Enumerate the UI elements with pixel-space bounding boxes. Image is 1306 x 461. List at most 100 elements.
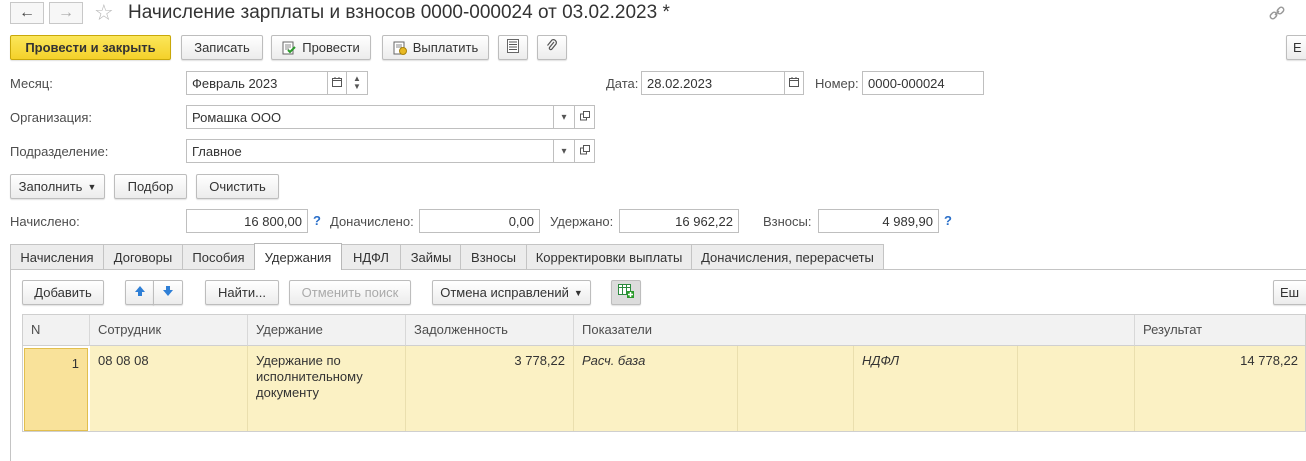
- tab-contracts[interactable]: Договоры: [103, 244, 183, 269]
- number-input[interactable]: 0000-000024: [862, 71, 984, 95]
- post-document-icon: [282, 41, 296, 55]
- date-input[interactable]: 28.02.2023: [641, 71, 785, 95]
- pick-button[interactable]: Подбор: [114, 174, 187, 199]
- month-calendar-button[interactable]: [327, 71, 347, 95]
- tab-label: Пособия: [192, 249, 245, 265]
- favorite-star-icon[interactable]: ☆: [94, 0, 114, 26]
- forward-button[interactable]: →: [49, 2, 83, 24]
- accrued-help-icon[interactable]: ?: [313, 213, 321, 228]
- row-debt[interactable]: 3 778,22: [406, 346, 574, 431]
- column-header-indicators[interactable]: Показатели: [574, 315, 1135, 346]
- number-label: Номер:: [815, 76, 859, 91]
- clear-button[interactable]: Очистить: [196, 174, 279, 199]
- department-dropdown-button[interactable]: ▾: [553, 139, 575, 163]
- calendar-icon: [789, 76, 799, 90]
- row-indicator-ndfl[interactable]: НДФЛ: [854, 346, 1018, 431]
- tab-recalculations[interactable]: Доначисления, перерасчеты: [691, 244, 884, 269]
- tab-label: НДФЛ: [353, 249, 389, 265]
- table-more-label: Еш: [1280, 285, 1300, 300]
- page-title: Начисление зарплаты и взносов 0000-00002…: [128, 2, 670, 23]
- link-icon[interactable]: [1268, 4, 1286, 22]
- additional-accrued-label: Доначислено:: [330, 214, 414, 229]
- column-header-debt[interactable]: Задолженность: [406, 315, 574, 346]
- tab-label: Взносы: [471, 249, 516, 265]
- list-report-icon: [507, 39, 519, 56]
- cancel-search-label: Отменить поиск: [301, 285, 399, 300]
- organization-open-button[interactable]: [574, 105, 595, 129]
- column-header-employee[interactable]: Сотрудник: [90, 315, 248, 346]
- organization-label: Организация:: [10, 110, 93, 125]
- accrued-value: 16 800,00: [186, 209, 308, 233]
- tab-label: Договоры: [113, 249, 173, 265]
- deductions-table: N Сотрудник Удержание Задолженность Пока…: [22, 314, 1306, 432]
- tab-label: Корректировки выплаты: [535, 249, 683, 265]
- contributions-label: Взносы:: [763, 214, 812, 229]
- row-indicator-base-value[interactable]: [738, 346, 854, 431]
- move-down-button[interactable]: [153, 280, 183, 305]
- move-up-button[interactable]: [125, 280, 154, 305]
- tab-divider: [10, 269, 1306, 270]
- report-button[interactable]: [498, 35, 528, 60]
- find-button[interactable]: Найти...: [205, 280, 279, 305]
- contributions-help-icon[interactable]: ?: [944, 213, 952, 228]
- month-label: Месяц:: [10, 76, 53, 91]
- post-label: Провести: [302, 40, 360, 55]
- arrow-right-icon: →: [58, 4, 74, 21]
- row-number[interactable]: 1: [24, 348, 88, 431]
- pay-button[interactable]: Выплатить: [382, 35, 489, 60]
- clear-label: Очистить: [209, 179, 266, 194]
- tab-contributions[interactable]: Взносы: [460, 244, 527, 269]
- withheld-value: 16 962,22: [619, 209, 739, 233]
- fill-button[interactable]: Заполнить ▼: [10, 174, 105, 199]
- save-label: Записать: [194, 40, 250, 55]
- column-header-deduction[interactable]: Удержание: [248, 315, 406, 346]
- post-and-close-button[interactable]: Провести и закрыть: [10, 35, 171, 60]
- additional-accrued-value: 0,00: [419, 209, 540, 233]
- save-button[interactable]: Записать: [181, 35, 263, 60]
- back-button[interactable]: ←: [10, 2, 44, 24]
- accrued-label: Начислено:: [10, 214, 80, 229]
- row-deduction[interactable]: Удержание по исполнительному документу: [248, 346, 406, 431]
- attach-button[interactable]: [537, 35, 567, 60]
- tab-label: Удержания: [264, 249, 332, 265]
- column-header-n[interactable]: N: [23, 315, 90, 346]
- arrow-down-icon: [162, 285, 174, 300]
- post-and-close-label: Провести и закрыть: [25, 40, 156, 55]
- chevron-down-icon: ▼: [573, 287, 583, 298]
- month-input[interactable]: Февраль 2023: [186, 71, 328, 95]
- row-indicator-ndfl-value[interactable]: [1018, 346, 1135, 431]
- organization-dropdown-button[interactable]: ▾: [553, 105, 575, 129]
- tab-payment-corrections[interactable]: Корректировки выплаты: [526, 244, 692, 269]
- date-calendar-button[interactable]: [784, 71, 804, 95]
- organization-input[interactable]: Ромашка ООО: [186, 105, 554, 129]
- contributions-value: 4 989,90: [818, 209, 939, 233]
- month-stepper[interactable]: ▲ ▼: [346, 71, 368, 95]
- tab-panel-border: [10, 269, 11, 461]
- open-form-icon: [579, 110, 590, 124]
- row-employee[interactable]: 08 08 08: [90, 346, 248, 431]
- department-label: Подразделение:: [10, 144, 109, 159]
- tab-deductions[interactable]: Займы: [400, 244, 462, 269]
- chevron-down-icon: ▾: [561, 145, 567, 157]
- row-indicator-base[interactable]: Расч. база: [574, 346, 738, 431]
- cancel-corrections-label: Отмена исправлений: [440, 285, 569, 300]
- department-open-button[interactable]: [574, 139, 595, 163]
- tab-ndfl[interactable]: НДФЛ: [341, 244, 401, 269]
- tab-benefits[interactable]: Пособия: [182, 244, 255, 269]
- cancel-corrections-button[interactable]: Отмена исправлений ▼: [432, 280, 591, 305]
- payment-icon: [393, 41, 407, 55]
- add-row-button[interactable]: Добавить: [22, 280, 104, 305]
- post-button[interactable]: Провести: [271, 35, 371, 60]
- paperclip-icon: [546, 39, 558, 56]
- tab-withholdings[interactable]: Удержания: [254, 243, 342, 270]
- department-input[interactable]: Главное: [186, 139, 554, 163]
- column-header-result[interactable]: Результат: [1135, 315, 1305, 346]
- table-more-button[interactable]: Еш: [1273, 280, 1306, 305]
- row-result[interactable]: 14 778,22: [1135, 346, 1305, 431]
- cancel-search-button[interactable]: Отменить поиск: [289, 280, 411, 305]
- find-label: Найти...: [218, 285, 266, 300]
- add-table-button[interactable]: [611, 280, 641, 305]
- chevron-down-icon[interactable]: ▼: [353, 83, 361, 91]
- tab-accruals[interactable]: Начисления: [10, 244, 104, 269]
- more-actions-button[interactable]: Е: [1286, 35, 1306, 60]
